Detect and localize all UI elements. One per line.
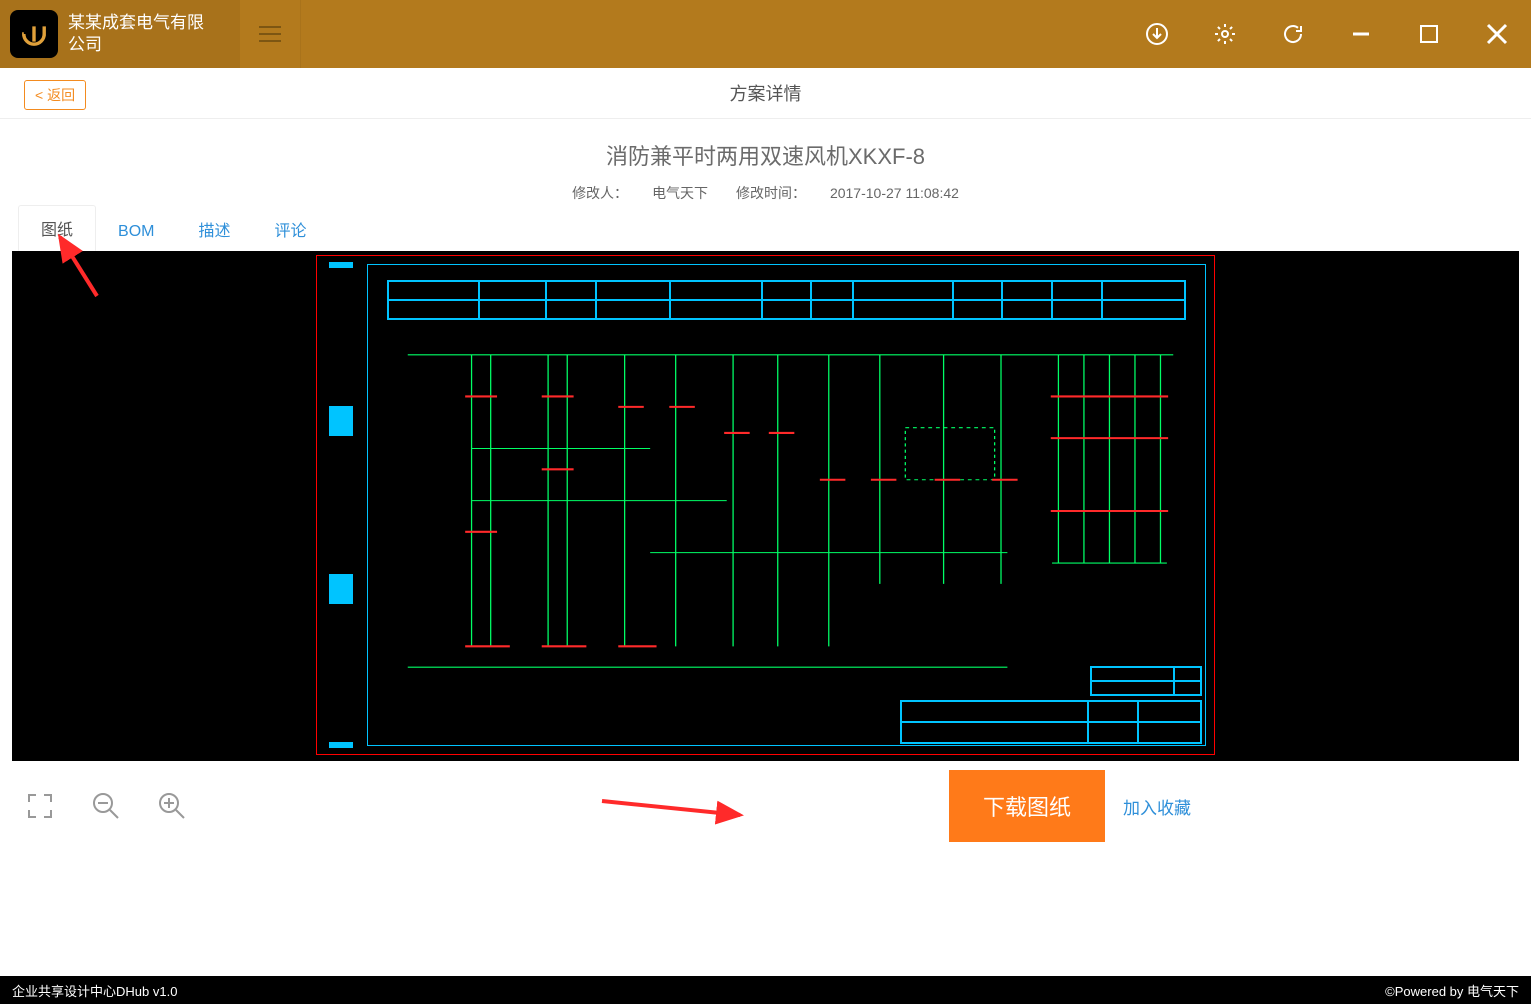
refresh-icon[interactable] (1259, 0, 1327, 68)
logo-area: 某某成套电气有限公司 (0, 0, 240, 68)
annotation-arrow-icon (52, 231, 102, 301)
download-button[interactable]: 下载图纸 (949, 770, 1105, 842)
document-header: 消防兼平时两用双速风机XKXF-8 修改人： 电气天下 修改时间： 2017-10-… (0, 119, 1531, 209)
drawing-title-block (900, 700, 1202, 744)
cad-viewer[interactable] (12, 251, 1519, 761)
menu-toggle[interactable] (240, 0, 301, 68)
circuit-diagram (395, 334, 1186, 688)
drawing-outer-frame (316, 255, 1215, 755)
time-value: 2017-10-27 11:08:42 (830, 185, 959, 201)
document-meta: 修改人： 电气天下 修改时间： 2017-10-27 11:08:42 (0, 183, 1531, 203)
tab-bar: 图纸 BOM 描述 评论 (0, 209, 1531, 251)
title-bar: 某某成套电气有限公司 (0, 0, 1531, 68)
app-logo (10, 10, 58, 58)
status-left: 企业共享设计中心DHub v1.0 (12, 981, 177, 1000)
page-header: < 返回 方案详情 (0, 68, 1531, 119)
document-title: 消防兼平时两用双速风机XKXF-8 (0, 139, 1531, 171)
modifier-label: 修改人： (572, 185, 628, 201)
viewer-toolbar: 下载图纸 加入收藏 (0, 761, 1531, 851)
zoom-out-button[interactable] (86, 786, 126, 826)
settings-icon[interactable] (1191, 0, 1259, 68)
close-icon[interactable] (1463, 0, 1531, 68)
favorite-link[interactable]: 加入收藏 (1123, 794, 1191, 819)
download-icon[interactable] (1123, 0, 1191, 68)
zoom-in-button[interactable] (152, 786, 192, 826)
tab-bom[interactable]: BOM (96, 213, 176, 251)
drawing-header-table (387, 280, 1186, 320)
company-name: 某某成套电气有限公司 (68, 12, 218, 56)
window-buttons (1123, 0, 1531, 68)
page-header-title: 方案详情 (730, 80, 802, 106)
maximize-icon[interactable] (1395, 0, 1463, 68)
tab-description[interactable]: 描述 (176, 207, 252, 251)
modifier-value: 电气天下 (652, 185, 708, 201)
minimize-icon[interactable] (1327, 0, 1395, 68)
status-right: ©Powered by 电气天下 (1385, 981, 1519, 1000)
back-button[interactable]: < 返回 (24, 80, 86, 110)
status-bar: 企业共享设计中心DHub v1.0 ©Powered by 电气天下 (0, 976, 1531, 1004)
drawing-margin-marks (329, 262, 359, 748)
fullscreen-button[interactable] (20, 786, 60, 826)
annotation-arrow-icon (600, 791, 750, 825)
time-label: 修改时间： (736, 185, 806, 201)
tab-comments[interactable]: 评论 (252, 207, 328, 251)
